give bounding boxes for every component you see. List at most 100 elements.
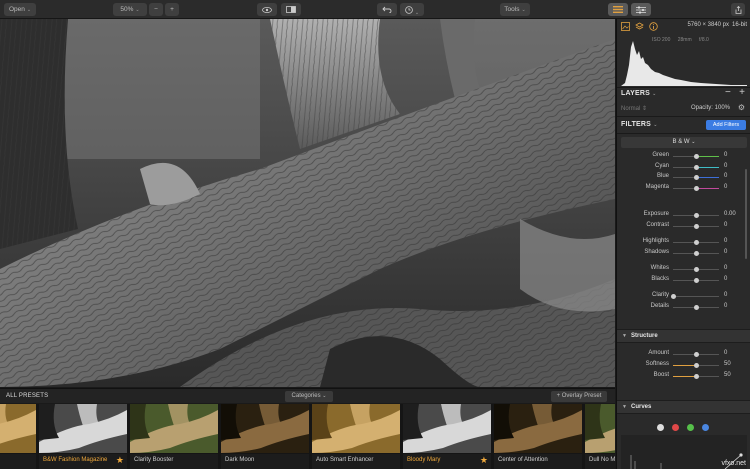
layers-icon[interactable] bbox=[635, 22, 644, 31]
panel-scrollbar[interactable] bbox=[745, 169, 747, 259]
zoom-out-button[interactable]: − bbox=[149, 3, 163, 16]
filters-title[interactable]: FILTERS ⌄ bbox=[621, 121, 658, 128]
add-filters-button[interactable]: Add Filters bbox=[706, 120, 746, 130]
slider-green[interactable]: Green 0 bbox=[617, 151, 750, 162]
preset-thumbnail[interactable]: Center of Attention bbox=[494, 404, 582, 469]
preset-thumbnail[interactable]: Clarity Booster bbox=[130, 404, 218, 469]
filter-name-dropdown[interactable]: B & W ⌄ bbox=[621, 137, 747, 148]
slider-blacks[interactable]: Blacks 0 bbox=[617, 275, 750, 286]
slider-track[interactable] bbox=[673, 213, 719, 218]
slider-contrast[interactable]: Contrast 0 bbox=[617, 221, 750, 232]
preset-thumbnail[interactable]: Dull No M bbox=[585, 404, 615, 469]
undo-button[interactable] bbox=[377, 3, 397, 16]
preview-eye-button[interactable] bbox=[257, 3, 277, 16]
gear-icon[interactable]: ⚙ bbox=[738, 103, 745, 112]
slider-track[interactable] bbox=[673, 251, 719, 256]
slider-value[interactable]: 0 bbox=[724, 303, 727, 309]
slider-knob[interactable] bbox=[694, 175, 699, 180]
curve-channel-red[interactable] bbox=[672, 424, 679, 431]
curve-channel-green[interactable] bbox=[687, 424, 694, 431]
slider-track[interactable] bbox=[673, 185, 719, 191]
slider-exposure[interactable]: Exposure 0.00 bbox=[617, 210, 750, 221]
slider-magenta[interactable]: Magenta 0 bbox=[617, 183, 750, 194]
slider-value[interactable]: 0 bbox=[724, 350, 727, 356]
slider-clarity[interactable]: Clarity 0 bbox=[617, 291, 750, 302]
slider-knob[interactable] bbox=[694, 267, 699, 272]
compare-button[interactable] bbox=[281, 3, 301, 16]
presets-toggle-button[interactable] bbox=[608, 3, 628, 16]
curve-channel-rgb[interactable] bbox=[657, 424, 664, 431]
slider-track[interactable] bbox=[671, 294, 719, 299]
slider-value[interactable]: 0 bbox=[724, 222, 727, 228]
slider-track[interactable] bbox=[673, 374, 719, 379]
zoom-select[interactable]: 50% ⌄ bbox=[113, 3, 147, 16]
slider-value[interactable]: 0 bbox=[724, 152, 727, 158]
star-icon[interactable]: ★ bbox=[116, 454, 124, 466]
slider-knob[interactable] bbox=[694, 363, 699, 368]
blend-mode-select[interactable]: Normal ⇕ bbox=[621, 105, 647, 112]
slider-knob[interactable] bbox=[694, 164, 699, 170]
slider-value[interactable]: 0 bbox=[724, 173, 727, 179]
history-button[interactable]: ⌄ bbox=[400, 3, 424, 16]
slider-softness[interactable]: Softness 50 bbox=[617, 360, 750, 371]
slider-value[interactable]: 50 bbox=[724, 361, 731, 367]
tools-button[interactable]: Tools ⌄ bbox=[500, 3, 530, 16]
share-button[interactable] bbox=[731, 3, 745, 16]
slider-track[interactable] bbox=[673, 175, 719, 180]
preset-thumbnail[interactable]: Dark Moon bbox=[221, 404, 309, 469]
slider-knob[interactable] bbox=[694, 154, 699, 159]
slider-value[interactable]: 0 bbox=[724, 292, 727, 298]
slider-track[interactable] bbox=[673, 278, 719, 283]
slider-knob[interactable] bbox=[694, 374, 699, 379]
slider-value[interactable]: 0 bbox=[724, 265, 727, 271]
photo-canvas[interactable] bbox=[0, 19, 615, 387]
categories-dropdown[interactable]: Categories ⌄ bbox=[285, 391, 333, 402]
slider-details[interactable]: Details 0 bbox=[617, 302, 750, 313]
slider-value[interactable]: 50 bbox=[724, 372, 731, 378]
adjustments-toggle-button[interactable] bbox=[631, 3, 651, 16]
preset-thumbnail[interactable]: Bloody Mary ★ bbox=[403, 404, 491, 469]
zoom-in-button[interactable]: + bbox=[165, 3, 179, 16]
preset-thumbnail[interactable]: B&W Fashion Magazine ★ bbox=[39, 404, 127, 469]
slider-knob[interactable] bbox=[694, 224, 699, 229]
slider-cyan[interactable]: Cyan 0 bbox=[617, 162, 750, 173]
slider-knob[interactable] bbox=[694, 278, 699, 283]
slider-track[interactable] bbox=[673, 352, 719, 357]
slider-track[interactable] bbox=[673, 267, 719, 272]
overlay-preset-button[interactable]: + Overlay Preset bbox=[551, 391, 607, 402]
slider-highlights[interactable]: Highlights 0 bbox=[617, 237, 750, 248]
slider-value[interactable]: 0 bbox=[724, 249, 727, 255]
slider-blue[interactable]: Blue 0 bbox=[617, 172, 750, 183]
slider-whites[interactable]: Whites 0 bbox=[617, 264, 750, 275]
slider-value[interactable]: 0 bbox=[724, 184, 727, 190]
slider-track[interactable] bbox=[673, 240, 719, 245]
slider-knob[interactable] bbox=[694, 305, 699, 310]
slider-knob[interactable] bbox=[694, 185, 699, 191]
slider-amount[interactable]: Amount 0 bbox=[617, 349, 750, 360]
slider-knob[interactable] bbox=[694, 240, 699, 245]
slider-knob[interactable] bbox=[694, 213, 699, 218]
slider-track[interactable] bbox=[673, 224, 719, 229]
opacity-control[interactable]: Opacity: 100% bbox=[691, 105, 730, 111]
slider-value[interactable]: 0 bbox=[724, 276, 727, 282]
slider-track[interactable] bbox=[673, 363, 719, 368]
slider-knob[interactable] bbox=[694, 352, 699, 357]
remove-layer-icon[interactable]: − bbox=[725, 87, 731, 98]
preset-thumbnail[interactable]: rong bbox=[0, 404, 36, 469]
open-button[interactable]: Open ⌄ bbox=[4, 3, 36, 16]
preset-thumbnail[interactable]: Auto Smart Enhancer bbox=[312, 404, 400, 469]
star-icon[interactable]: ★ bbox=[480, 454, 488, 466]
info-icon[interactable] bbox=[649, 22, 658, 31]
slider-shadows[interactable]: Shadows 0 bbox=[617, 248, 750, 259]
slider-knob[interactable] bbox=[671, 294, 676, 299]
slider-value[interactable]: 0.00 bbox=[724, 211, 736, 217]
curves-section-header[interactable]: ▼ Curves bbox=[617, 400, 750, 414]
slider-track[interactable] bbox=[673, 164, 719, 170]
structure-section-header[interactable]: ▼ Structure bbox=[617, 329, 750, 343]
slider-track[interactable] bbox=[673, 305, 719, 310]
slider-boost[interactable]: Boost 50 bbox=[617, 371, 750, 382]
layers-title[interactable]: LAYERS ⌄ bbox=[621, 90, 657, 97]
slider-value[interactable]: 0 bbox=[724, 238, 727, 244]
curve-channel-blue[interactable] bbox=[702, 424, 709, 431]
slider-knob[interactable] bbox=[694, 251, 699, 256]
